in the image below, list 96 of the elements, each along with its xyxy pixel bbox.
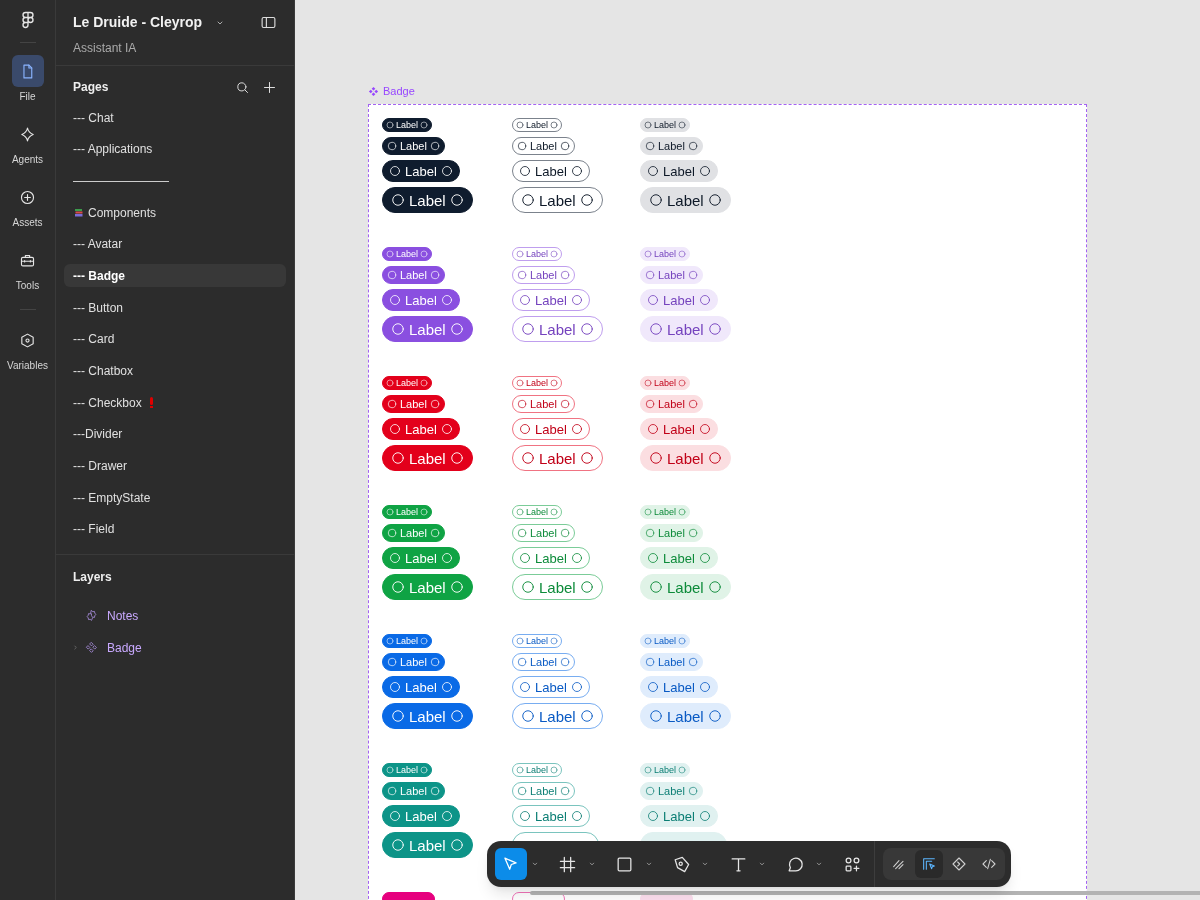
badge: Label — [512, 676, 590, 698]
badge: Label — [382, 118, 433, 132]
badge: Label — [640, 376, 691, 390]
badge: Label — [640, 676, 718, 698]
badge: Label — [382, 160, 460, 182]
badge: Label — [382, 524, 445, 542]
rail-label: Agents — [11, 153, 44, 167]
badge: Label — [512, 266, 575, 284]
badge: Label — [512, 247, 563, 261]
page-item[interactable]: --- EmptyState — [64, 486, 286, 510]
badge: Label — [640, 547, 718, 569]
section-title: Pages — [73, 79, 109, 96]
badge: Label — [512, 445, 603, 471]
badge: Label — [382, 634, 433, 648]
badge: Label — [512, 118, 563, 132]
badge: Label — [382, 247, 433, 261]
page-item[interactable]: --- Avatar — [64, 232, 286, 256]
page-item[interactable]: --- Chatbox — [64, 359, 286, 383]
badge: Label — [382, 376, 433, 390]
badge: Label — [512, 805, 590, 827]
file-subtitle: Assistant IA — [73, 40, 138, 57]
badge: Label — [382, 445, 473, 471]
badge: Label — [382, 832, 473, 858]
badge: Label — [382, 676, 460, 698]
badge: Label — [382, 805, 460, 827]
page-item[interactable]: Components — [64, 201, 286, 225]
badge: Label — [640, 247, 691, 261]
page-item[interactable]: --- Drawer — [64, 454, 286, 478]
page-item[interactable]: ---Divider — [64, 422, 286, 446]
badge: Label — [512, 418, 590, 440]
layer-item[interactable]: Badge — [73, 639, 277, 656]
badge: Label — [640, 418, 718, 440]
page-item[interactable]: --- Card — [64, 327, 286, 351]
badge: Label — [512, 524, 575, 542]
badge: Label — [382, 574, 473, 600]
badge: Label — [640, 187, 731, 213]
badge: Label — [640, 574, 731, 600]
badge: Label — [512, 316, 603, 342]
badge: Label — [512, 763, 563, 777]
rail-label: Assets — [12, 216, 43, 230]
rail-label: File — [19, 90, 36, 104]
badge: Label — [512, 376, 563, 390]
badge: Label — [640, 703, 731, 729]
page-item[interactable]: --- Applications — [64, 137, 286, 161]
badge: Label — [640, 395, 703, 413]
page-item[interactable]: --- Checkbox — [64, 391, 286, 415]
file-title[interactable]: Le Druide - Cleyrop — [73, 12, 203, 33]
badge: Label — [640, 805, 718, 827]
badge: Label — [640, 634, 691, 648]
section-title: Layers — [73, 568, 113, 586]
badge: Label — [382, 505, 433, 519]
badge: Label — [512, 782, 575, 800]
badge: Label — [512, 187, 603, 213]
badge: Label — [382, 418, 460, 440]
badge: Label — [512, 137, 575, 155]
badge: Label — [640, 445, 731, 471]
rail-label: Tools — [15, 279, 40, 293]
badge: Label — [640, 118, 691, 132]
badge: Label — [382, 653, 445, 671]
badge: Label — [640, 653, 703, 671]
badge: Label — [640, 782, 703, 800]
badge: Label — [512, 703, 603, 729]
badge: Label — [512, 634, 563, 648]
badge: Label — [382, 137, 445, 155]
badge: Label — [640, 505, 691, 519]
badge: Label — [382, 187, 473, 213]
page-item[interactable]: --- Badge — [64, 264, 286, 288]
badge: Label — [512, 653, 575, 671]
badge: Label — [382, 316, 473, 342]
badge: Label — [382, 266, 445, 284]
badge: Label — [640, 763, 691, 777]
page-item[interactable]: --- Chat — [64, 106, 286, 129]
badge: Label — [512, 505, 563, 519]
frame-label[interactable]: Badge — [383, 83, 415, 100]
badge: Label — [640, 266, 703, 284]
badge: Label — [512, 289, 590, 311]
badge: Label — [512, 547, 590, 569]
badge: Label — [382, 289, 460, 311]
badge: Label — [512, 160, 590, 182]
rail-label: Variables — [7, 359, 48, 373]
badge: Label — [640, 316, 731, 342]
badge: Label — [512, 574, 603, 600]
badge: Label — [382, 782, 445, 800]
badge: Label — [640, 289, 718, 311]
badge: Label — [382, 763, 433, 777]
badge: Label — [640, 137, 703, 155]
layer-item[interactable]: Notes — [73, 607, 277, 624]
page-item[interactable]: --- Field — [64, 517, 286, 541]
page-item[interactable]: ———————— — [64, 169, 286, 193]
badge: Label — [512, 395, 575, 413]
badge: Label — [382, 547, 460, 569]
badge: Label — [382, 395, 445, 413]
badge: Label — [382, 703, 473, 729]
page-item[interactable]: --- Button — [64, 296, 286, 320]
badge: Label — [640, 524, 703, 542]
badge: Label — [640, 160, 718, 182]
